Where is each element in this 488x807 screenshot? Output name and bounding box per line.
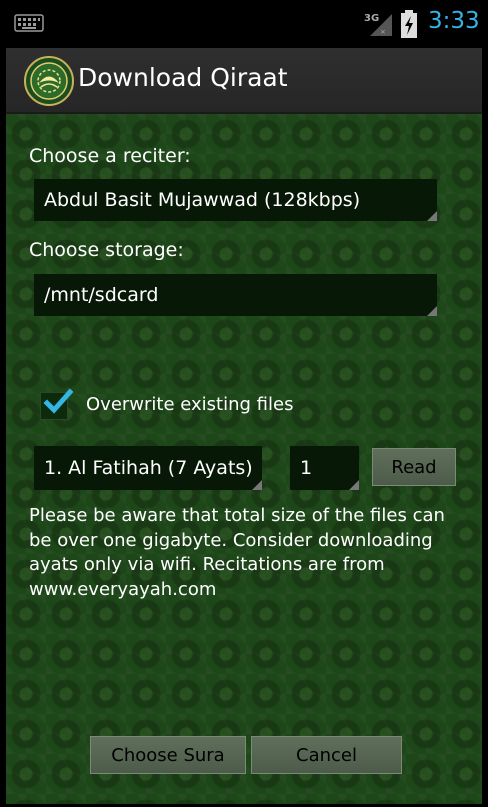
- info-text: Please be aware that total size of the f…: [29, 505, 445, 600]
- cancel-button[interactable]: Cancel: [251, 736, 402, 774]
- reciter-value: Abdul Basit Mujawwad (128kbps): [44, 189, 361, 211]
- dropdown-corner-icon: [349, 480, 359, 490]
- title-bar: Download Qiraat: [6, 48, 482, 114]
- ayat-spinner[interactable]: 1: [290, 446, 359, 490]
- keyboard-icon: [14, 14, 44, 32]
- signal-3g-icon: 3G ×: [364, 13, 392, 36]
- quran-app-icon: [24, 56, 74, 106]
- sura-spinner[interactable]: 1. Al Fatihah (7 Ayats): [34, 446, 262, 490]
- storage-label: Choose storage:: [29, 239, 184, 261]
- ayat-value: 1: [300, 457, 313, 479]
- dialog-window: Download Qiraat Choose a reciter: Abdul …: [6, 48, 482, 804]
- page-title: Download Qiraat: [78, 63, 288, 92]
- overwrite-label: Overwrite existing files: [86, 394, 294, 415]
- checkmark-icon: [43, 388, 73, 414]
- svg-text:×: ×: [380, 28, 386, 36]
- reciter-label: Choose a reciter:: [29, 145, 191, 167]
- storage-value: /mnt/sdcard: [44, 284, 159, 306]
- dropdown-corner-icon: [427, 211, 437, 221]
- overwrite-checkbox[interactable]: [40, 388, 73, 420]
- dropdown-corner-icon: [427, 306, 437, 316]
- dropdown-corner-icon: [252, 480, 262, 490]
- svg-text:3G: 3G: [364, 13, 379, 24]
- storage-spinner[interactable]: /mnt/sdcard: [34, 274, 437, 316]
- form-content: Choose a reciter: Abdul Basit Mujawwad (…: [6, 114, 482, 804]
- clock: 3:33: [428, 8, 480, 34]
- choose-sura-button[interactable]: Choose Sura: [90, 736, 246, 774]
- status-bar: 3G × 3:33: [0, 0, 488, 48]
- battery-charging-icon: [401, 10, 417, 38]
- read-button[interactable]: Read: [372, 448, 456, 486]
- sura-value: 1. Al Fatihah (7 Ayats): [44, 457, 253, 479]
- reciter-spinner[interactable]: Abdul Basit Mujawwad (128kbps): [34, 179, 437, 221]
